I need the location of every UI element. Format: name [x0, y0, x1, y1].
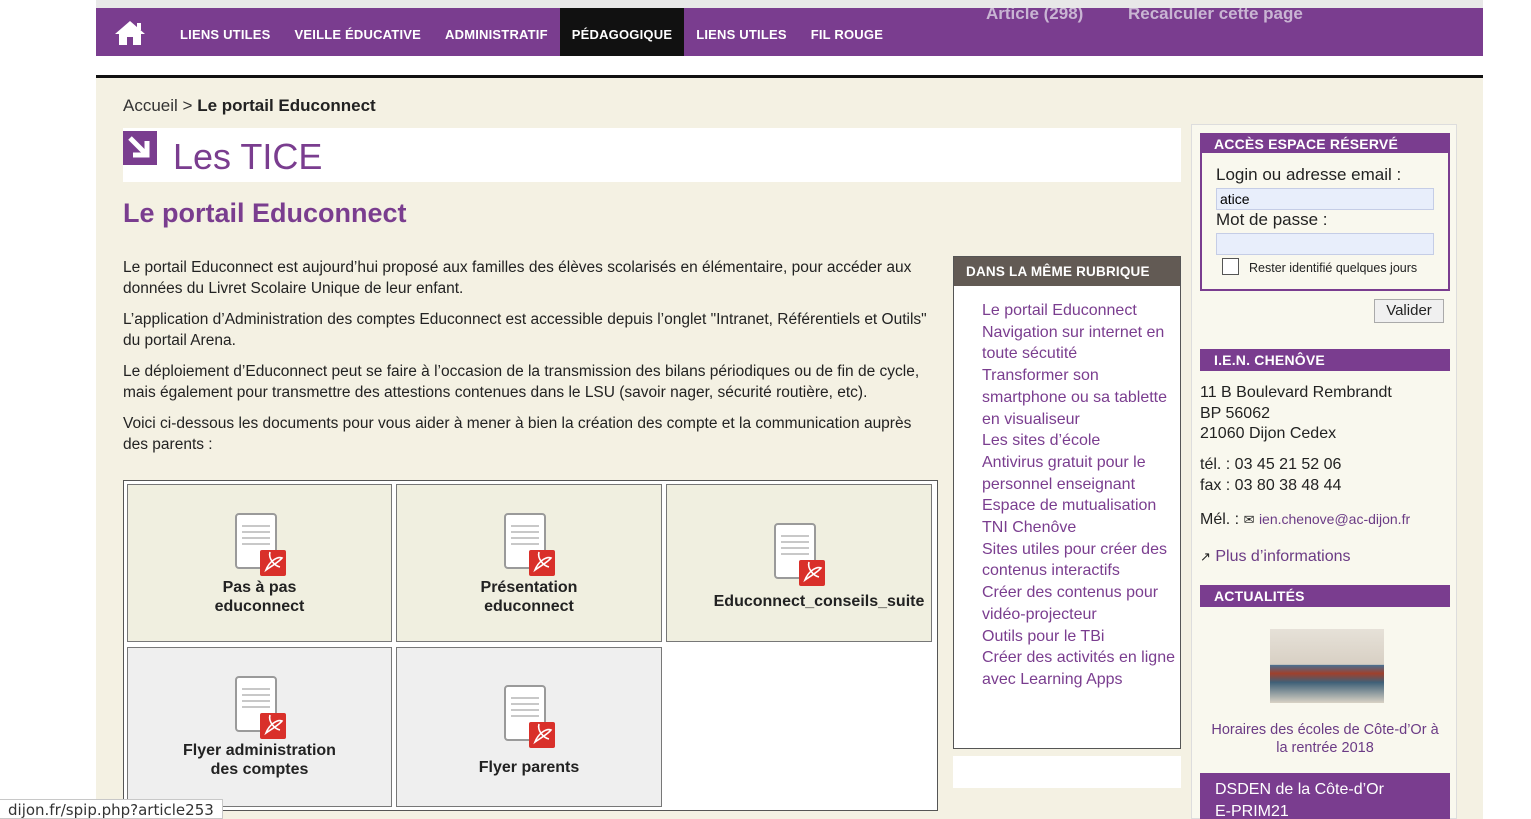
document-label: educonnect [484, 598, 574, 615]
main-nav: LIENS UTILES VEILLE ÉDUCATIVE ADMINISTRA… [168, 8, 895, 56]
mail-icon: ✉ [1243, 512, 1255, 527]
article-paragraph: L’application d’Administration des compt… [123, 311, 927, 349]
rubric-link[interactable]: Navigation sur internet en toute sécutit… [982, 324, 1164, 363]
pdf-icon [234, 676, 286, 739]
address-line: 11 B Boulevard Rembrandt [1200, 384, 1392, 401]
ien-address: 11 B Boulevard Rembrandt BP 56062 21060 … [1200, 383, 1392, 445]
rubric-link[interactable]: Créer des contenus pour vidéo-projecteur [982, 584, 1158, 623]
rubric-box-footer [953, 756, 1181, 788]
same-rubric-heading: DANS LA MÊME RUBRIQUE [954, 257, 1180, 286]
documents-grid: Pas à pas educonnect Présentation educonne… [123, 480, 938, 811]
rubric-link[interactable]: Transformer son smartphone ou sa tablett… [982, 367, 1167, 427]
login-form: Login ou adresse email : Mot de passe : … [1200, 153, 1450, 291]
nav-divider [96, 56, 1483, 78]
rubric-link[interactable]: Le portail Educonnect [982, 302, 1137, 319]
admin-article-link[interactable]: Article (298) [986, 8, 1083, 24]
document-label: Présentation [480, 579, 578, 596]
breadcrumb: Accueil > Le portail Educonnect [123, 96, 376, 116]
article-paragraph: Le portail Educonnect est aujourd’hui pr… [123, 259, 912, 297]
rubric-link[interactable]: Outils pour le TBi [982, 628, 1104, 645]
same-rubric-list: Le portail Educonnect Navigation sur int… [954, 286, 1180, 691]
rubric-link[interactable]: Créer des activités en ligne avec Learni… [982, 649, 1175, 688]
article-paragraph: Voici ci-dessous les documents pour vous… [123, 415, 912, 453]
article-paragraph: Le déploiement d’Educonnect peut se fair… [123, 363, 920, 401]
email-label: Mél. : [1200, 511, 1240, 528]
section-title: Les TICE [173, 136, 323, 177]
pdf-icon [504, 685, 555, 748]
article-body: Le portail Educonnect est aujourd’hui pr… [123, 258, 933, 466]
nav-administratif[interactable]: ADMINISTRATIF [433, 8, 560, 56]
address-line: BP 56062 [1200, 404, 1270, 422]
address-line: 21060 Dijon Cedex [1200, 425, 1337, 442]
document-label: Flyer parents [478, 759, 580, 776]
news-thumbnail[interactable] [1270, 629, 1384, 703]
remember-checkbox[interactable] [1222, 258, 1239, 275]
article-title: Le portail Educonnect [123, 198, 407, 228]
pdf-icon [504, 513, 555, 576]
document-label: des comptes [210, 761, 309, 778]
document-flyer-administration[interactable]: Flyer administration des comptes [127, 647, 392, 807]
external-link-icon: ↗ [1200, 549, 1211, 564]
ien-phones: tél. : 03 45 21 52 06 fax : 03 80 38 48 … [1200, 455, 1341, 496]
page: LIENS UTILES VEILLE ÉDUCATIVE ADMINISTRA… [96, 8, 1483, 819]
login-input[interactable] [1216, 188, 1434, 210]
login-heading: ACCÈS ESPACE RÉSERVÉ [1200, 133, 1450, 155]
breadcrumb-separator: > [177, 96, 198, 115]
news-heading: ACTUALITÉS [1200, 585, 1450, 607]
same-rubric-box: DANS LA MÊME RUBRIQUE Le portail Educonn… [953, 256, 1181, 749]
nav-liens-utiles[interactable]: LIENS UTILES [168, 8, 283, 56]
arrow-down-right-icon [123, 131, 157, 165]
dsden-line: DSDEN de la Côte-d’Or [1215, 781, 1384, 798]
more-info-link[interactable]: Plus d’informations [1215, 548, 1350, 565]
submit-button[interactable]: Valider [1374, 299, 1444, 323]
pdf-icon [234, 513, 286, 576]
pdf-icon [774, 523, 825, 586]
document-label: Educonnect_conseils_suite [713, 593, 925, 610]
rubric-link[interactable]: Espace de mutualisation TNI Chenôve [982, 497, 1156, 536]
rubric-link[interactable]: Antivirus gratuit pour le personnel ense… [982, 454, 1146, 493]
document-presentation[interactable]: Présentation educonnect [396, 484, 662, 642]
ien-heading: I.E.N. CHENÔVE [1200, 349, 1450, 371]
more-info-row: ↗ Plus d’informations [1200, 547, 1351, 568]
dsden-line: E-PRIM21 [1215, 802, 1289, 819]
document-label: Flyer administration [183, 742, 336, 759]
phone-number: tél. : 03 45 21 52 06 [1200, 456, 1342, 473]
nav-pedagogique[interactable]: PÉDAGOGIQUE [559, 8, 685, 56]
remember-label: Rester identifié quelques jours [1249, 261, 1418, 275]
fax-number: fax : 03 80 38 48 44 [1200, 476, 1342, 494]
document-label: Pas à pas [222, 579, 297, 596]
right-sidebar: ACCÈS ESPACE RÉSERVÉ Login ou adresse em… [1191, 124, 1457, 819]
breadcrumb-current: Le portail Educonnect [197, 96, 376, 115]
password-input[interactable] [1216, 233, 1434, 255]
nav-liens-utiles-2[interactable]: LIENS UTILES [684, 8, 799, 56]
nav-veille-educative[interactable]: VEILLE ÉDUCATIVE [283, 8, 433, 56]
breadcrumb-home[interactable]: Accueil [123, 96, 178, 115]
ien-email-row: Mél. : ✉ ien.chenove@ac-dijon.fr [1200, 509, 1410, 531]
browser-right-margin [1483, 0, 1531, 819]
document-label: educonnect [214, 598, 305, 615]
admin-recalc-link[interactable]: Recalculer cette page [1128, 8, 1303, 24]
rubric-link[interactable]: Sites utiles pour créer des contenus int… [982, 541, 1167, 580]
nav-fil-rouge[interactable]: FIL ROUGE [799, 8, 895, 56]
dsden-box[interactable]: DSDEN de la Côte-d’Or E-PRIM21 [1200, 773, 1450, 819]
status-bar-url: dijon.fr/spip.php?article253 [0, 799, 223, 819]
login-label: Login ou adresse email : [1216, 165, 1402, 184]
rubric-link[interactable]: Les sites d’école [982, 432, 1100, 449]
news-caption[interactable]: Horaires des écoles de Côte-d’Or à la re… [1210, 721, 1440, 757]
section-header: Les TICE [123, 128, 1181, 182]
home-icon[interactable] [114, 20, 146, 46]
password-label: Mot de passe : [1216, 210, 1328, 229]
browser-left-margin [0, 0, 96, 819]
document-flyer-parents[interactable]: Flyer parents [396, 647, 662, 807]
top-nav-bar: LIENS UTILES VEILLE ÉDUCATIVE ADMINISTRA… [96, 8, 1483, 56]
document-pas-a-pas[interactable]: Pas à pas educonnect [127, 484, 392, 642]
email-link[interactable]: ien.chenove@ac-dijon.fr [1259, 511, 1410, 527]
document-conseils-suite[interactable]: Educonnect_conseils_suite [666, 484, 932, 642]
